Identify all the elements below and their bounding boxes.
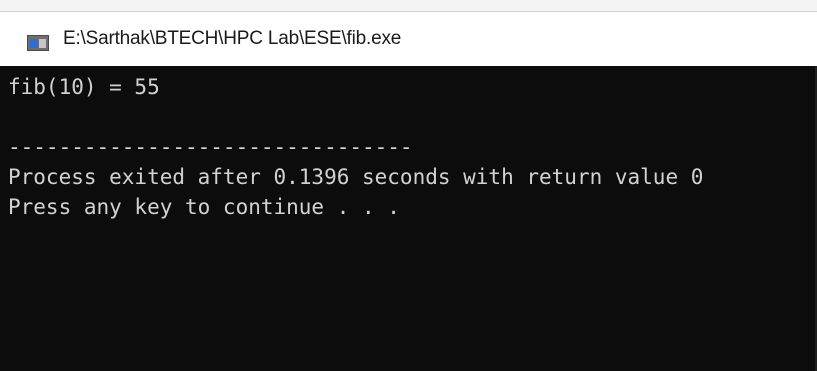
console-line-press-key: Press any key to continue . . . — [8, 195, 400, 219]
console-window[interactable]: E:\Sarthak\BTECH\HPC Lab\ESE\fib.exe fib… — [0, 0, 817, 371]
window-title: E:\Sarthak\BTECH\HPC Lab\ESE\fib.exe — [63, 28, 402, 49]
console-line-process-exit: Process exited after 0.1396 seconds with… — [8, 165, 704, 189]
app-icon-pane-blue — [30, 39, 38, 48]
console-line-result: fib(10) = 55 — [8, 75, 160, 99]
title-bar[interactable]: E:\Sarthak\BTECH\HPC Lab\ESE\fib.exe — [0, 12, 817, 66]
console-app-icon[interactable] — [27, 35, 49, 51]
app-icon-pane-gray — [39, 39, 46, 48]
console-line-separator: -------------------------------- — [8, 135, 413, 159]
console-output[interactable]: fib(10) = 55 ---------------------------… — [0, 66, 817, 371]
